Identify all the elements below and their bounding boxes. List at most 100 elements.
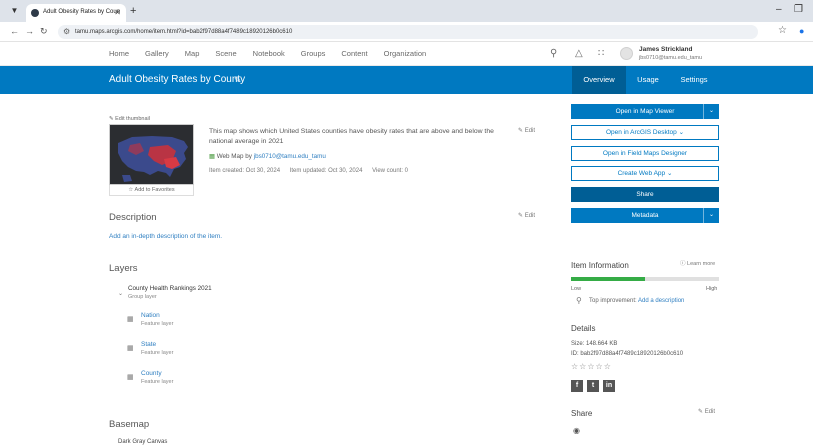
tab-settings[interactable]: Settings <box>672 66 716 94</box>
rating-stars[interactable]: ☆☆☆☆☆ <box>571 362 612 372</box>
progress-low-label: Low <box>571 286 582 292</box>
browser-tab-strip: ▼ Adult Obesity Rates by Coun ✕ + – ❐ <box>0 0 813 22</box>
layer-name[interactable]: State <box>141 340 156 349</box>
details-heading: Details <box>571 324 596 333</box>
item-title-band: Adult Obesity Rates by County ✎ Overview… <box>0 66 813 94</box>
linkedin-icon[interactable]: in <box>603 380 615 392</box>
open-in-arcgis-desktop-button[interactable]: Open in ArcGIS Desktop ⌄ <box>571 125 719 140</box>
metadata-button[interactable]: Metadata ⌄ <box>571 208 719 223</box>
create-web-app-label: Create Web App <box>617 170 666 177</box>
layer-name[interactable]: County <box>141 369 162 378</box>
nav-map[interactable]: Map <box>185 42 200 66</box>
browser-tab-title: Adult Obesity Rates by Coun <box>43 9 121 15</box>
edit-description-button[interactable]: ✎ Edit <box>518 212 535 221</box>
nav-groups[interactable]: Groups <box>301 42 326 66</box>
metadata-dropdown-chevron-icon[interactable]: ⌄ <box>703 208 719 223</box>
open-in-map-viewer-button[interactable]: Open in Map Viewer ⌄ <box>571 104 719 119</box>
back-arrow-icon[interactable]: ← <box>10 25 19 38</box>
user-name[interactable]: James Strickland <box>639 45 692 54</box>
learn-more-label: Learn more <box>687 261 716 267</box>
open-in-field-maps-button[interactable]: Open in Field Maps Designer <box>571 146 719 161</box>
edit-summary-button[interactable]: ✎ Edit <box>518 127 535 136</box>
nav-scene[interactable]: Scene <box>215 42 236 66</box>
url-text[interactable]: tamu.maps.arcgis.com/home/item.html?id=b… <box>75 26 292 38</box>
edit-share-label: Edit <box>704 409 716 415</box>
layer-name[interactable]: Nation <box>141 311 160 320</box>
group-layer-name: County Health Rankings 2021 <box>128 285 212 292</box>
tab-usage[interactable]: Usage <box>628 66 668 94</box>
feature-layer-icon: ▦ <box>127 316 134 323</box>
collapse-chevron-icon[interactable]: ⌄ <box>118 290 123 298</box>
browser-profile-icon[interactable]: ● <box>799 25 804 37</box>
share-label: Share <box>636 191 654 198</box>
open-in-map-viewer-label: Open in Map Viewer <box>615 108 675 115</box>
user-avatar[interactable] <box>620 47 633 60</box>
window-minimize-icon[interactable]: – <box>776 4 782 16</box>
address-bar-row: ← → ↻ ⚙ tamu.maps.arcgis.com/home/item.h… <box>0 22 813 42</box>
description-heading: Description <box>109 212 157 223</box>
item-metadata-row: Item created: Oct 30, 2024 Item updated:… <box>209 167 416 176</box>
nav-organization[interactable]: Organization <box>384 42 427 66</box>
edit-description-label: Edit <box>524 213 536 219</box>
lightbulb-icon: ⚲ <box>576 296 582 305</box>
basemap-name: Dark Gray Canvas <box>118 439 168 445</box>
nav-notebook[interactable]: Notebook <box>253 42 285 66</box>
user-id[interactable]: jbs0710@tamu.edu_tamu <box>639 54 702 62</box>
site-info-icon[interactable]: ⚙ <box>63 26 70 38</box>
item-summary: This map shows which United States count… <box>209 128 494 145</box>
edit-thumbnail-label: Edit thumbnail <box>115 116 150 122</box>
url-omnibox[interactable]: ⚙ tamu.maps.arcgis.com/home/item.html?id… <box>58 25 758 39</box>
reload-icon[interactable]: ↻ <box>40 25 48 38</box>
feature-layer-icon: ▦ <box>127 374 134 381</box>
basemap-heading: Basemap <box>109 419 150 430</box>
item-id: ID: bab2f97d88a4f7489c18920126b0c610 <box>571 351 684 357</box>
chevron-down-icon: ⌄ <box>666 170 673 177</box>
twitter-icon[interactable]: t <box>587 380 599 392</box>
item-updated: Item updated: Oct 30, 2024 <box>289 168 363 174</box>
learn-more-link[interactable]: ⓘ Learn more <box>680 260 715 269</box>
nav-content[interactable]: Content <box>341 42 367 66</box>
item-size: Size: 148.664 KB <box>571 341 618 347</box>
globe-icon: ◉ <box>573 426 580 435</box>
tab-search-chevron-icon[interactable]: ▼ <box>8 5 21 17</box>
edit-title-pencil-icon[interactable]: ✎ <box>234 73 242 87</box>
new-tab-plus-icon[interactable]: + <box>130 4 136 18</box>
layer-type: Feature layer <box>141 350 174 356</box>
nav-gallery[interactable]: Gallery <box>145 42 169 66</box>
item-information-heading: Item Information <box>571 261 629 270</box>
us-obesity-map-thumbnail <box>118 136 188 182</box>
item-title: Adult Obesity Rates by County <box>109 74 246 85</box>
feature-layer-icon: ▦ <box>127 345 134 352</box>
add-to-favorites-button[interactable]: ☆ Add to Favorites <box>109 185 194 196</box>
facebook-icon[interactable]: f <box>571 380 583 392</box>
tab-overview[interactable]: Overview <box>572 66 626 94</box>
owner-prefix: Web Map by <box>216 153 252 160</box>
top-improvement-label: Top improvement: <box>589 298 637 304</box>
open-in-field-maps-label: Open in Field Maps Designer <box>602 150 688 157</box>
add-description-improvement-link[interactable]: Add a description <box>638 298 684 304</box>
forward-arrow-icon[interactable]: → <box>25 25 34 38</box>
nav-home[interactable]: Home <box>109 42 129 66</box>
tab-close-icon[interactable]: ✕ <box>114 7 121 18</box>
bookmark-star-icon[interactable]: ☆ <box>778 25 787 37</box>
notifications-bell-icon[interactable]: △ <box>575 48 583 60</box>
layer-type: Feature layer <box>141 379 174 385</box>
primary-nav: Home Gallery Map Scene Notebook Groups C… <box>109 42 442 66</box>
owner-link[interactable]: jbs0710@tamu.edu_tamu <box>254 153 326 160</box>
window-restore-icon[interactable]: ❐ <box>794 4 803 16</box>
map-viewer-dropdown-chevron-icon[interactable]: ⌄ <box>703 104 719 119</box>
add-description-link[interactable]: Add an in-depth description of the item. <box>109 232 222 242</box>
browser-tab[interactable]: Adult Obesity Rates by Coun ✕ <box>26 4 126 22</box>
item-created: Item created: Oct 30, 2024 <box>209 168 281 174</box>
arcgis-top-nav: Home Gallery Map Scene Notebook Groups C… <box>0 42 813 66</box>
edit-share-button[interactable]: ✎ Edit <box>698 408 715 417</box>
edit-thumbnail-link[interactable]: ✎ Edit thumbnail <box>109 115 150 123</box>
share-button[interactable]: Share <box>571 187 719 202</box>
create-web-app-button[interactable]: Create Web App ⌄ <box>571 166 719 181</box>
app-launcher-grid-icon[interactable]: ∷ <box>598 48 604 60</box>
search-icon[interactable]: ⚲ <box>550 48 557 60</box>
item-info-progress-fill <box>571 277 645 281</box>
edit-summary-label: Edit <box>524 128 536 134</box>
progress-high-label: High <box>706 286 718 292</box>
map-thumbnail[interactable] <box>109 124 194 185</box>
